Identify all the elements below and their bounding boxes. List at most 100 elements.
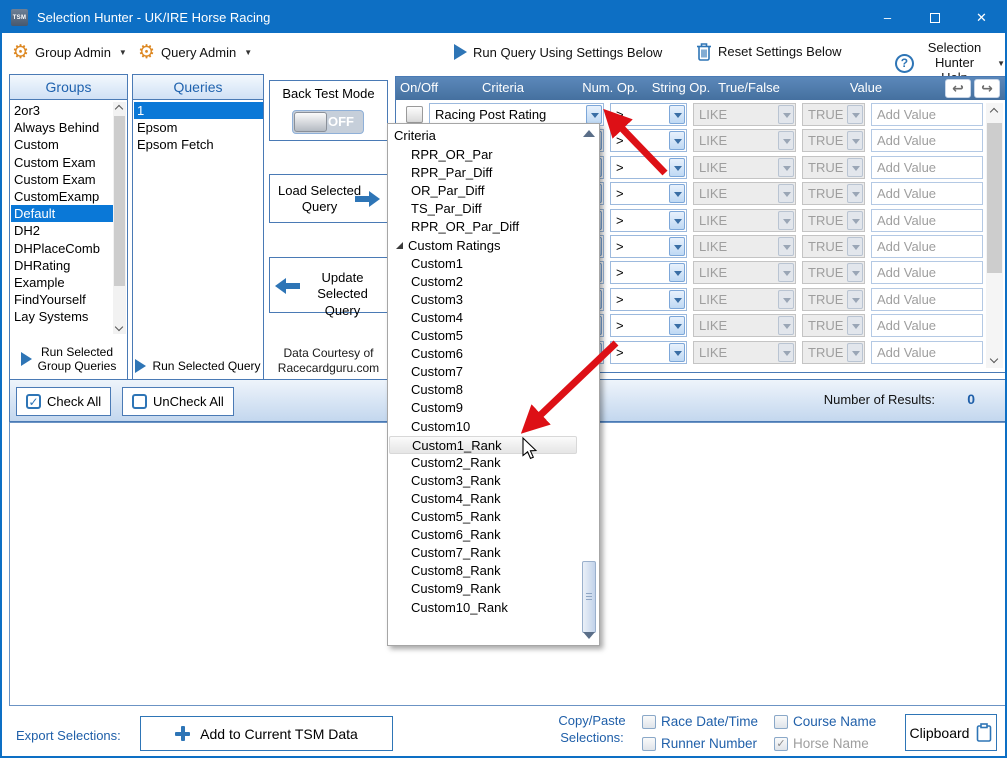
reset-settings-button[interactable]: Reset Settings Below	[696, 42, 842, 61]
popup-item-custom6_rank[interactable]: Custom6_Rank	[389, 526, 577, 544]
popup-item-rpr_or_par[interactable]: RPR_OR_Par	[389, 146, 577, 164]
popup-item-custom5[interactable]: Custom5	[389, 327, 577, 345]
popup-item-custom9_rank[interactable]: Custom9_Rank	[389, 580, 577, 598]
row-numop-select[interactable]: >	[610, 103, 687, 126]
popup-item-custom5_rank[interactable]: Custom5_Rank	[389, 508, 577, 526]
popup-item-custom4_rank[interactable]: Custom4_Rank	[389, 490, 577, 508]
group-list-item[interactable]: Default	[11, 205, 114, 222]
popup-item-custom9[interactable]: Custom9	[389, 399, 577, 417]
check-all-button[interactable]: ✓ Check All	[16, 387, 111, 416]
scroll-down-icon[interactable]	[583, 632, 595, 639]
scrollbar-thumb[interactable]	[582, 561, 596, 633]
row-numop-select[interactable]: >	[610, 235, 687, 258]
close-button[interactable]: ✕	[958, 2, 1005, 33]
group-list-item[interactable]: Always Behind	[11, 119, 114, 136]
row-numop-select[interactable]: >	[610, 314, 687, 337]
popup-item-custom4[interactable]: Custom4	[389, 309, 577, 327]
redo-button[interactable]: ↪	[974, 79, 1000, 98]
dropdown-button[interactable]	[669, 211, 685, 230]
popup-item-custom3_rank[interactable]: Custom3_Rank	[389, 472, 577, 490]
dropdown-button[interactable]	[669, 184, 685, 203]
tree-expander-icon[interactable]	[396, 242, 403, 249]
add-to-tsm-button[interactable]: Add to Current TSM Data	[140, 716, 393, 751]
clipboard-button[interactable]: Clipboard	[905, 714, 997, 751]
popup-item-custom10[interactable]: Custom10	[389, 418, 577, 436]
group-list-item[interactable]: Example	[11, 274, 114, 291]
popup-item-rpr_par_diff[interactable]: RPR_Par_Diff	[389, 164, 577, 182]
dropdown-button[interactable]	[669, 105, 685, 124]
group-list-item[interactable]: Lay Systems	[11, 308, 114, 325]
group-list-item[interactable]: 2or3	[11, 102, 114, 119]
dropdown-button[interactable]	[586, 105, 602, 124]
popup-item-custom2_rank[interactable]: Custom2_Rank	[389, 454, 577, 472]
popup-item-custom10_rank[interactable]: Custom10_Rank	[389, 599, 577, 617]
undo-button[interactable]: ↩	[945, 79, 971, 98]
group-list-item[interactable]: DHRating	[11, 257, 114, 274]
dropdown-button[interactable]	[669, 131, 685, 150]
scroll-down-icon[interactable]	[115, 323, 123, 331]
popup-scrollbar[interactable]	[581, 125, 598, 644]
row-value-input[interactable]	[871, 314, 983, 337]
group-list-item[interactable]: CustomExamp	[11, 188, 114, 205]
row-numop-select[interactable]: >	[610, 209, 687, 232]
row-value-input[interactable]	[871, 235, 983, 258]
query-list-item[interactable]: Epsom	[134, 119, 263, 136]
dropdown-button[interactable]	[669, 316, 685, 335]
scrollbar-thumb[interactable]	[987, 123, 1002, 273]
row-value-input[interactable]	[871, 103, 983, 126]
popup-item-or_par_diff[interactable]: OR_Par_Diff	[389, 182, 577, 200]
group-list-item[interactable]: Custom	[11, 136, 114, 153]
popup-item-custom6[interactable]: Custom6	[389, 345, 577, 363]
scroll-up-icon[interactable]	[583, 130, 595, 137]
option-checkbox-course-name[interactable]	[774, 715, 788, 729]
row-value-input[interactable]	[871, 261, 983, 284]
back-test-toggle[interactable]: OFF	[292, 110, 364, 134]
row-numop-select[interactable]: >	[610, 288, 687, 311]
popup-item-rpr_or_par_diff[interactable]: RPR_OR_Par_Diff	[389, 218, 577, 236]
group-list-item[interactable]: FindYourself	[11, 291, 114, 308]
popup-item-custom7_rank[interactable]: Custom7_Rank	[389, 544, 577, 562]
row-numop-select[interactable]: >	[610, 341, 687, 364]
row-numop-select[interactable]: >	[610, 182, 687, 205]
scroll-up-icon[interactable]	[986, 103, 1003, 119]
dropdown-button[interactable]	[669, 343, 685, 362]
popup-item-custom3[interactable]: Custom3	[389, 291, 577, 309]
group-list-item[interactable]: DH2	[11, 222, 114, 239]
criteria-scrollbar[interactable]	[986, 103, 1003, 368]
scroll-down-icon[interactable]	[986, 352, 1003, 368]
row-value-input[interactable]	[871, 341, 983, 364]
group-list-item[interactable]: Custom Exam	[11, 154, 114, 171]
popup-item-custom7[interactable]: Custom7	[389, 363, 577, 381]
row-numop-select[interactable]: >	[610, 156, 687, 179]
option-checkbox-runner-number[interactable]	[642, 737, 656, 751]
groups-scrollbar[interactable]	[113, 102, 126, 334]
popup-item-custom ratings[interactable]: Custom Ratings	[389, 237, 577, 255]
load-selected-query-button[interactable]: Load SelectedQuery	[269, 174, 388, 223]
scroll-up-icon[interactable]	[115, 105, 123, 113]
popup-item-custom2[interactable]: Custom2	[389, 273, 577, 291]
uncheck-all-button[interactable]: ✓ UnCheck All	[122, 387, 234, 416]
dropdown-button[interactable]	[669, 263, 685, 282]
popup-item-custom8_rank[interactable]: Custom8_Rank	[389, 562, 577, 580]
maximize-button[interactable]	[911, 2, 958, 33]
run-query-button[interactable]: Run Query Using Settings Below	[454, 44, 662, 60]
group-admin-menu[interactable]: ⚙ Group Admin ▼	[12, 43, 127, 62]
row-value-input[interactable]	[871, 156, 983, 179]
row-value-input[interactable]	[871, 182, 983, 205]
option-checkbox-race-date-time[interactable]	[642, 715, 656, 729]
query-list-item[interactable]: 1	[134, 102, 263, 119]
row-value-input[interactable]	[871, 129, 983, 152]
group-list-item[interactable]: DHPlaceComb	[11, 240, 114, 257]
dropdown-button[interactable]	[669, 290, 685, 309]
popup-item-custom1[interactable]: Custom1	[389, 255, 577, 273]
popup-item-custom1_rank[interactable]: Custom1_Rank	[389, 436, 577, 454]
row-value-input[interactable]	[871, 288, 983, 311]
dropdown-button[interactable]	[669, 237, 685, 256]
scrollbar-thumb[interactable]	[114, 116, 125, 286]
row-numop-select[interactable]: >	[610, 261, 687, 284]
group-list-item[interactable]: Custom Exam	[11, 171, 114, 188]
query-admin-menu[interactable]: ⚙ Query Admin ▼	[138, 43, 252, 62]
row-onoff-checkbox[interactable]	[406, 106, 423, 123]
row-value-input[interactable]	[871, 209, 983, 232]
toggle-knob[interactable]	[294, 112, 327, 132]
